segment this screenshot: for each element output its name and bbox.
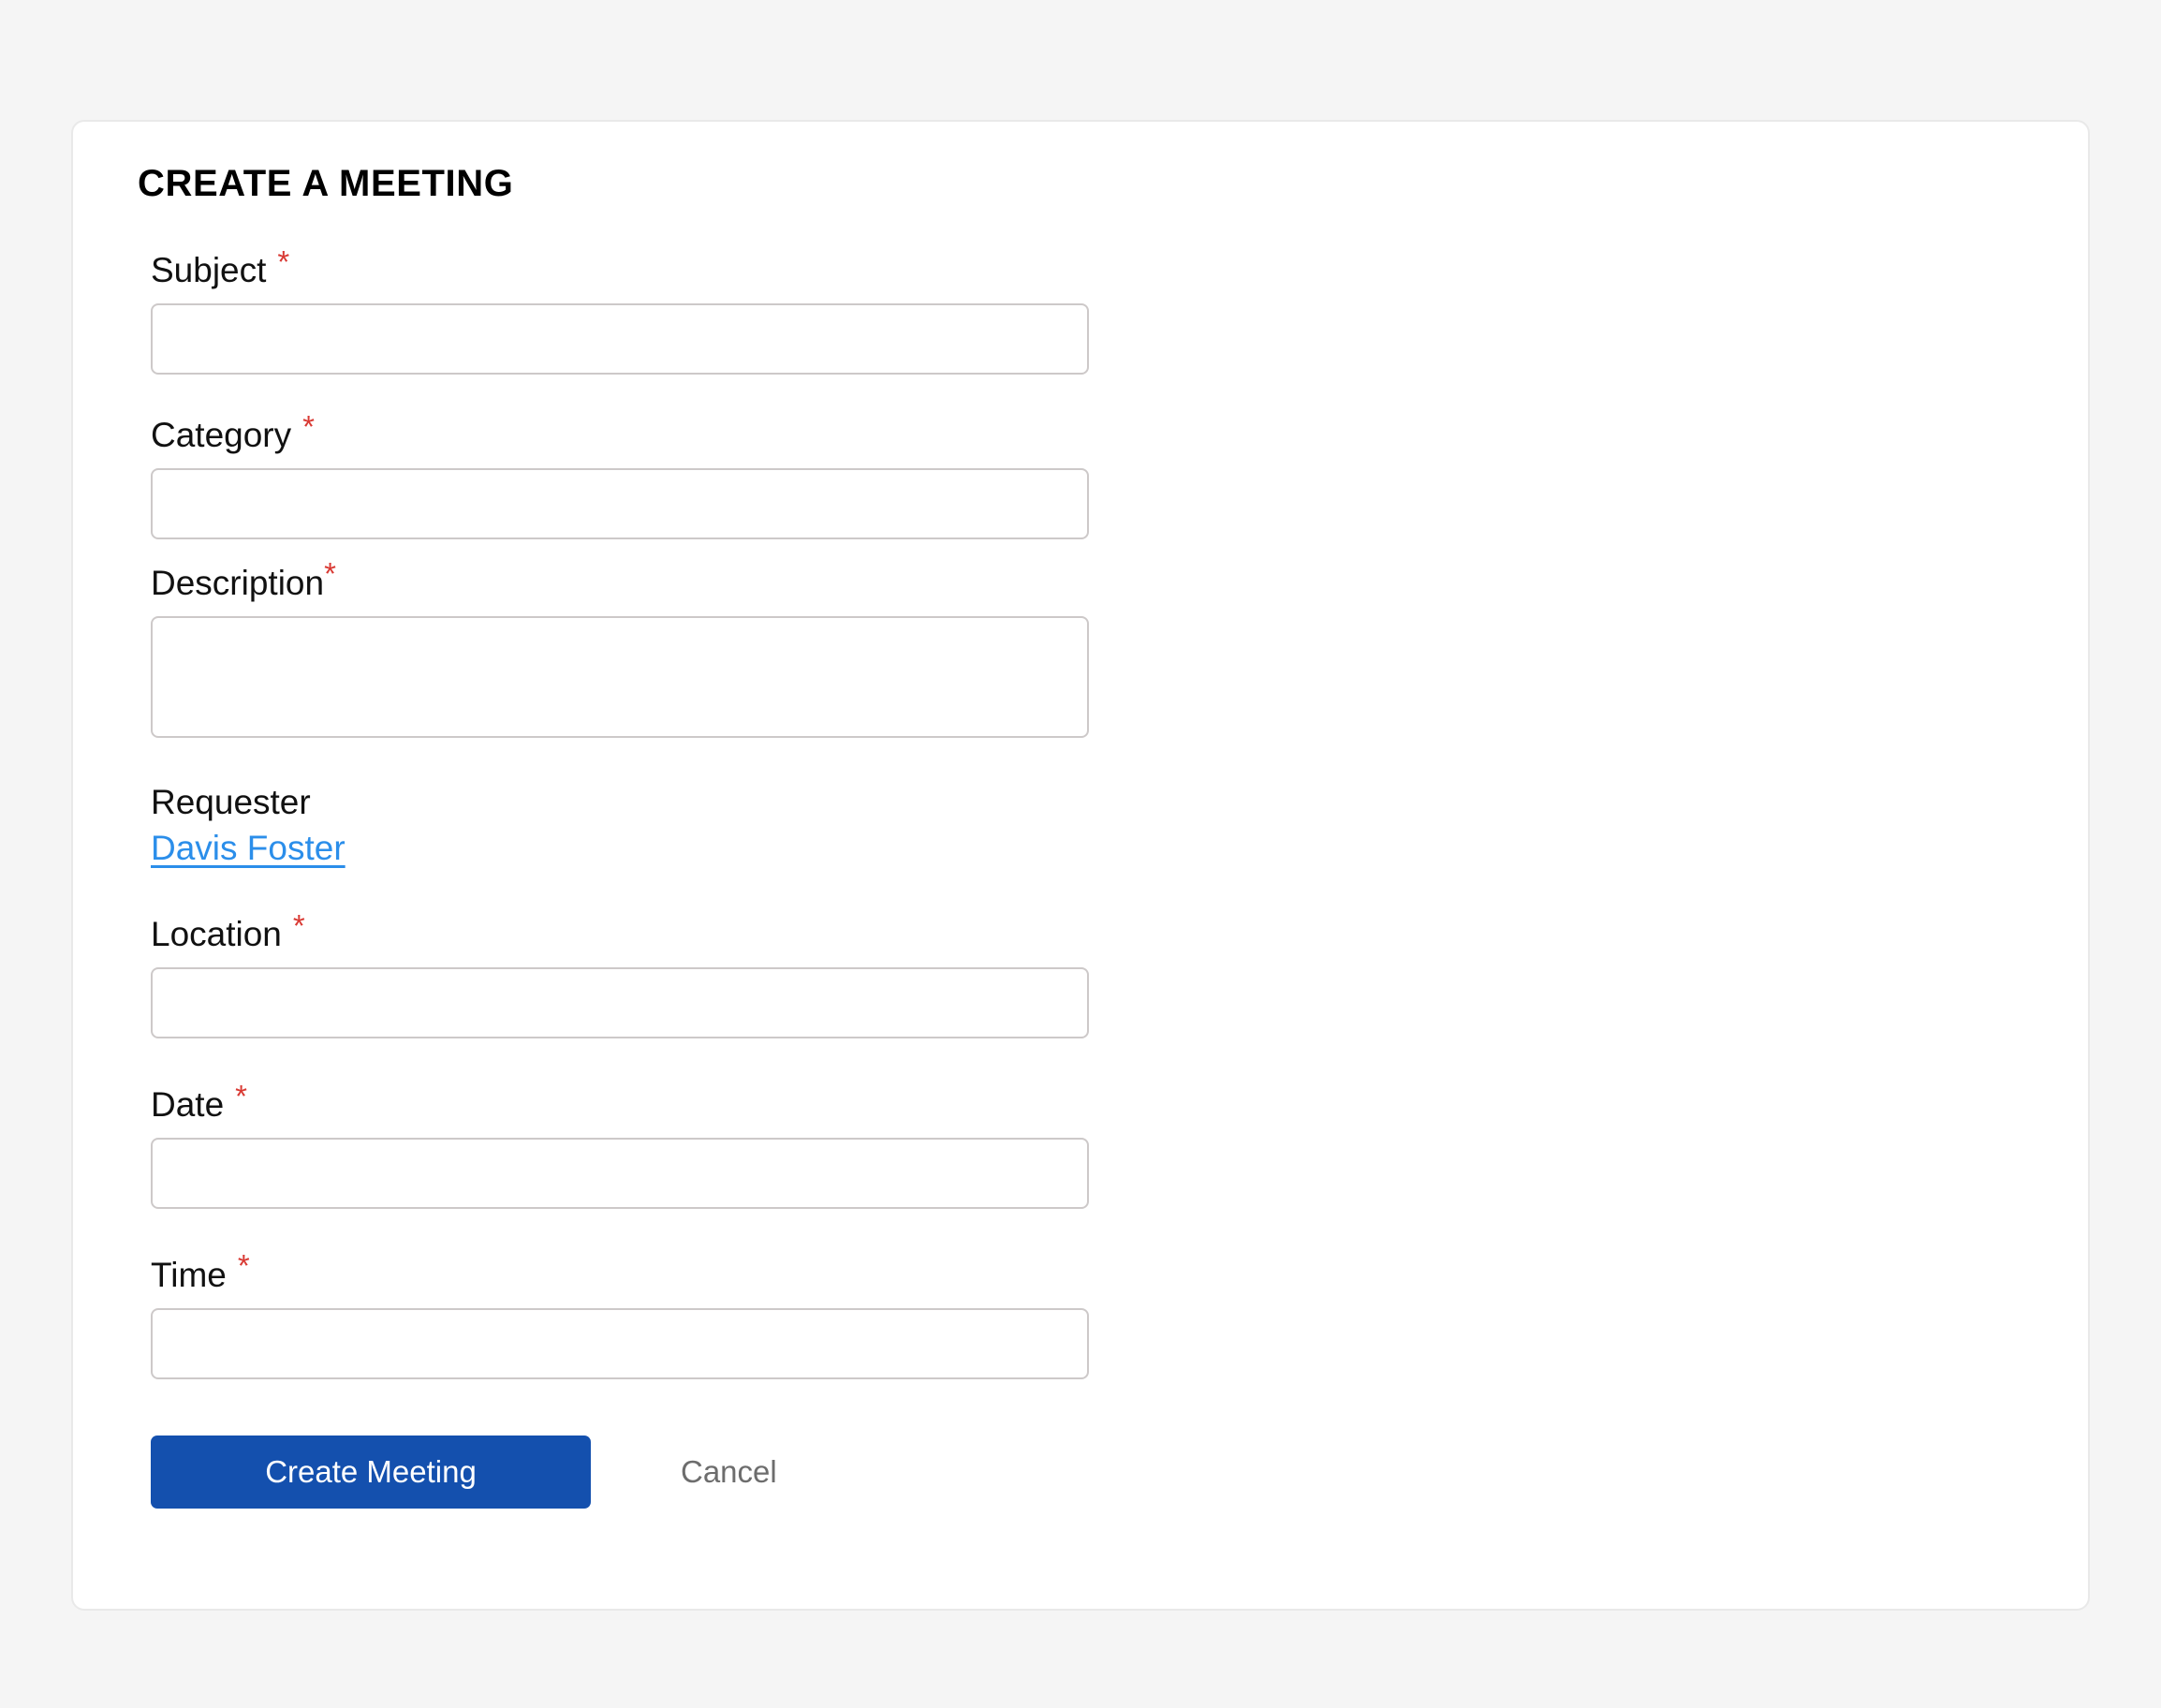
required-asterisk-location: *: [292, 907, 305, 943]
create-meeting-button[interactable]: Create Meeting: [151, 1435, 591, 1509]
location-label: Location *: [151, 910, 2005, 954]
field-time: Time *: [151, 1250, 2005, 1379]
required-asterisk-date: *: [235, 1078, 247, 1113]
requester-link[interactable]: Davis Foster: [151, 830, 345, 868]
required-asterisk-category: *: [302, 408, 315, 444]
date-input[interactable]: [151, 1137, 1089, 1209]
category-input[interactable]: [151, 467, 1089, 539]
category-label-text: Category: [151, 415, 292, 454]
field-date: Date *: [151, 1081, 2005, 1209]
required-asterisk-description: *: [324, 556, 336, 592]
field-subject: Subject *: [151, 246, 2005, 375]
create-meeting-form: Subject * Category * Description* Requeste…: [151, 246, 2005, 1509]
description-textarea[interactable]: [151, 615, 1089, 738]
subject-input[interactable]: [151, 302, 1089, 375]
date-label: Date *: [151, 1081, 2005, 1124]
category-label: Category *: [151, 411, 2005, 454]
required-asterisk-time: *: [237, 1248, 250, 1284]
subject-label-text: Subject: [151, 251, 267, 289]
form-actions: Create Meeting Cancel: [151, 1435, 2005, 1509]
requester-label: Requester: [151, 782, 311, 821]
required-asterisk-subject: *: [277, 243, 290, 279]
field-description: Description*: [151, 558, 2005, 738]
field-requester: Requester Davis Foster: [151, 782, 2005, 869]
time-label: Time *: [151, 1250, 2005, 1294]
description-label: Description*: [151, 558, 2005, 602]
location-input[interactable]: [151, 966, 1089, 1038]
page-title: CREATE A MEETING: [138, 163, 514, 204]
create-meeting-card: CREATE A MEETING Subject * Category * Desc…: [71, 120, 2090, 1611]
location-label-text: Location: [151, 915, 282, 954]
field-category: Category *: [151, 411, 2005, 539]
cancel-button[interactable]: Cancel: [681, 1454, 777, 1490]
time-label-text: Time: [151, 1255, 227, 1294]
subject-label: Subject *: [151, 246, 2005, 289]
time-input[interactable]: [151, 1307, 1089, 1379]
date-label-text: Date: [151, 1084, 225, 1124]
description-label-text: Description: [151, 563, 325, 602]
field-location: Location *: [151, 910, 2005, 1038]
